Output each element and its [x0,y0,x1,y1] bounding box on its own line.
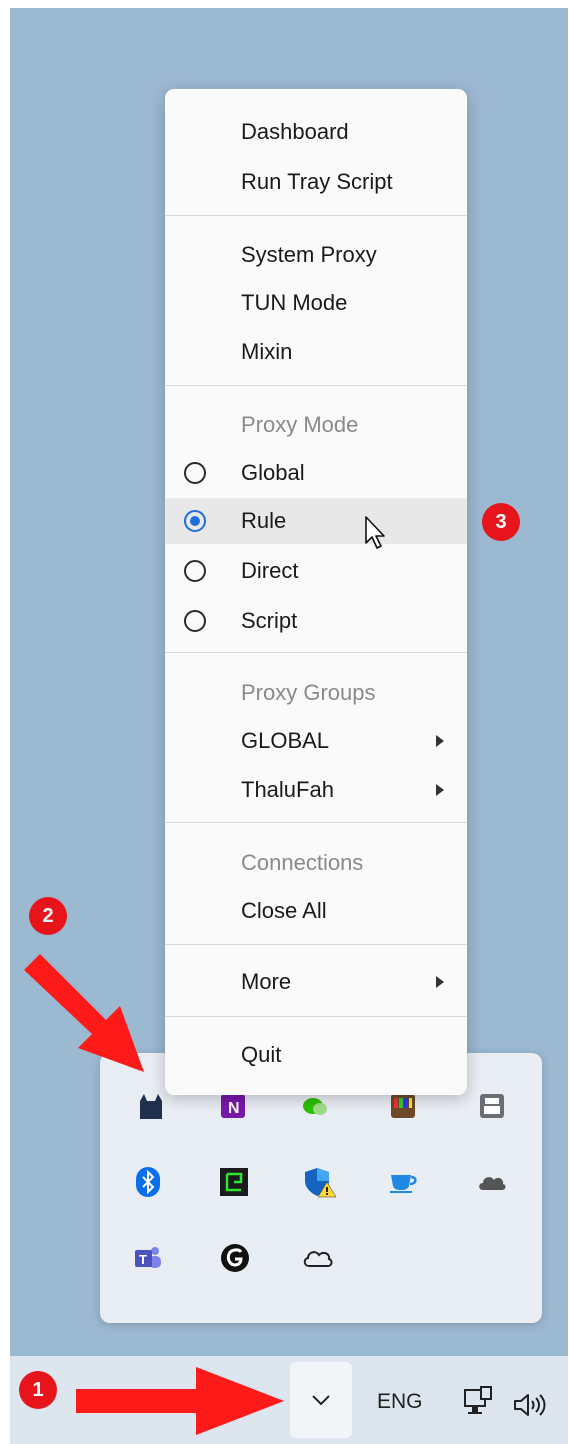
menu-separator [165,822,467,823]
proxy-mode-header: Proxy Mode [165,402,467,448]
network-wired-icon[interactable] [463,1385,495,1417]
submenu-arrow-icon [436,976,444,988]
menu-item-label: Global [241,460,305,485]
menu-item-more[interactable]: More [165,959,467,1005]
radio-unchecked-icon [184,462,206,484]
menu-item-group-thalufah[interactable]: ThaluFah [165,767,467,813]
menu-item-label: Dashboard [241,119,349,144]
menu-item-label: ThaluFah [241,777,334,802]
menu-separator [165,385,467,386]
menu-item-run-tray-script[interactable]: Run Tray Script [165,159,467,205]
menu-item-label: Mixin [241,339,293,364]
radio-unchecked-icon [184,560,206,582]
menu-item-dashboard[interactable]: Dashboard [165,109,467,155]
menu-item-label: GLOBAL [241,728,330,753]
volume-icon[interactable] [513,1392,547,1418]
onedrive-icon[interactable] [298,1238,338,1278]
section-header-label: Connections [241,850,364,875]
menu-item-label: Rule [241,508,287,533]
menu-item-system-proxy[interactable]: System Proxy [165,232,467,278]
menu-item-mode-rule[interactable]: Rule [165,498,467,544]
chevron-down-icon [312,1395,330,1406]
menu-item-tun-mode[interactable]: TUN Mode [165,280,467,326]
menu-item-mixin[interactable]: Mixin [165,329,467,375]
menu-item-label: TUN Mode [241,290,348,315]
menu-item-label: Close All [241,898,327,923]
menu-separator [165,652,467,653]
menu-item-mode-global[interactable]: Global [165,450,467,496]
menu-item-label: Run Tray Script [241,169,393,194]
menu-item-mode-script[interactable]: Script [165,598,467,644]
defender-warning-icon[interactable] [300,1162,340,1202]
menu-item-label: Direct [241,558,299,583]
menu-item-label: Quit [241,1042,282,1067]
coffee-cup-icon[interactable] [383,1162,423,1202]
section-header-label: Proxy Groups [241,680,376,705]
annotation-arrow-2 [24,954,144,1072]
mouse-cursor-icon [365,516,385,549]
submenu-arrow-icon [436,735,444,747]
step-badge-1: 1 [19,1371,57,1409]
menu-item-group-global[interactable]: GLOBAL [165,718,467,764]
radio-unchecked-icon [184,610,206,632]
annotation-arrow-1 [76,1367,284,1435]
connections-header: Connections [165,840,467,886]
gpu-monitor-icon[interactable] [214,1162,254,1202]
menu-separator [165,944,467,945]
bluetooth-icon[interactable] [128,1162,168,1202]
clash-cat-icon[interactable] [131,1086,171,1126]
menu-item-label: Script [241,608,298,633]
section-header-label: Proxy Mode [241,412,359,437]
menu-item-close-all[interactable]: Close All [165,888,467,934]
show-hidden-icons-button[interactable] [290,1362,352,1438]
printer-icon[interactable] [472,1086,512,1126]
submenu-arrow-icon [436,784,444,796]
step-badge-3: 3 [482,503,520,541]
proxy-groups-header: Proxy Groups [165,670,467,716]
svg-text:T: T [139,1252,147,1267]
menu-item-mode-direct[interactable]: Direct [165,548,467,594]
menu-separator [165,215,467,216]
teams-icon[interactable]: T [128,1238,168,1278]
language-indicator[interactable]: ENG [377,1390,423,1414]
cloud-dark-icon[interactable] [472,1162,512,1202]
radio-checked-icon [184,510,206,532]
menu-item-label: System Proxy [241,242,377,267]
menu-item-quit[interactable]: Quit [165,1032,467,1078]
step-badge-2: 2 [29,897,67,935]
g-hub-icon[interactable] [215,1238,255,1278]
svg-text:N: N [228,1100,240,1117]
menu-item-label: More [241,969,292,994]
tray-context-menu: Dashboard Run Tray Script System Proxy T… [165,89,467,1095]
menu-separator [165,1016,467,1017]
